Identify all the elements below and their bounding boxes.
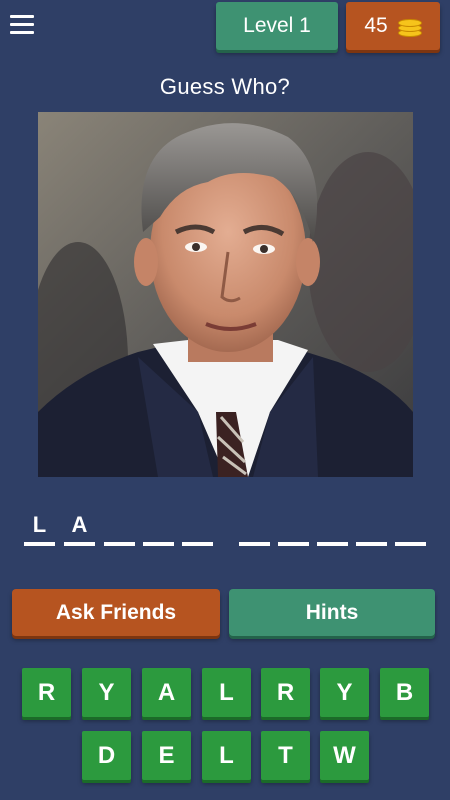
letter-key[interactable]: L	[202, 731, 251, 780]
level-badge: Level 1	[216, 2, 338, 50]
letter-key[interactable]: Y	[82, 668, 131, 717]
letter-key[interactable]: R	[22, 668, 71, 717]
coin-count: 45	[364, 14, 388, 37]
answer-slot[interactable]	[239, 508, 270, 548]
answer-slot[interactable]	[182, 508, 213, 548]
answer-slot[interactable]	[395, 508, 426, 548]
letter-key[interactable]: B	[380, 668, 429, 717]
ask-friends-button[interactable]: Ask Friends	[12, 589, 220, 636]
letter-key[interactable]: L	[202, 668, 251, 717]
answer-slot[interactable]	[104, 508, 135, 548]
celebrity-photo	[38, 112, 413, 477]
answer-slot[interactable]	[143, 508, 174, 548]
coin-stack-icon	[397, 15, 422, 37]
hints-button[interactable]: Hints	[229, 589, 435, 636]
letter-key[interactable]: E	[142, 731, 191, 780]
letter-key[interactable]: D	[82, 731, 131, 780]
letter-key[interactable]: A	[142, 668, 191, 717]
answer-slot[interactable]: L	[24, 508, 55, 548]
letter-key[interactable]: R	[261, 668, 310, 717]
letter-key[interactable]: Y	[320, 668, 369, 717]
letter-key[interactable]: W	[320, 731, 369, 780]
hamburger-menu-icon[interactable]	[8, 12, 36, 38]
answer-slots: L A	[0, 508, 450, 548]
answer-slot[interactable]: A	[64, 508, 95, 548]
page-title: Guess Who?	[159, 74, 291, 99]
game-screen: Level 1 45 Guess Who? L A Ask Friends Hi…	[0, 0, 450, 800]
portrait-illustration	[38, 112, 413, 477]
letter-key[interactable]: T	[261, 731, 310, 780]
level-label: Level 1	[243, 14, 311, 37]
answer-slot[interactable]	[356, 508, 387, 548]
answer-slot[interactable]	[317, 508, 348, 548]
coins-badge[interactable]: 45	[346, 2, 440, 50]
answer-slot[interactable]	[278, 508, 309, 548]
